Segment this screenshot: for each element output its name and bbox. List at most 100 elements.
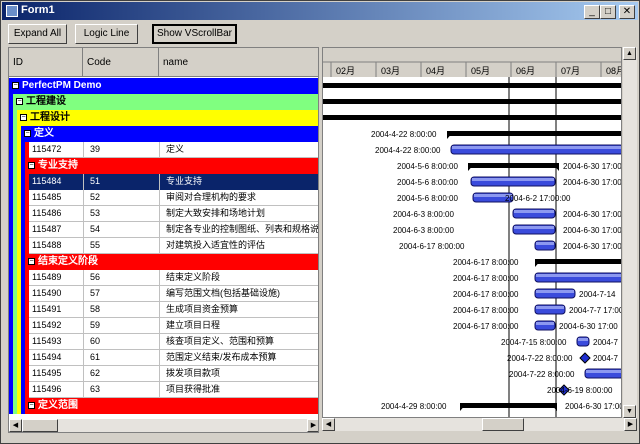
task-row[interactable]: 115493 60 核查项目定义、范围和预算 (9, 334, 318, 350)
cell-code[interactable]: 54 (87, 222, 159, 238)
gantt-scroll-thumb[interactable] (482, 418, 524, 431)
cell-name[interactable]: 审阅对合理机构的要求 (163, 190, 318, 206)
task-grid[interactable]: ID Code name − PerfectPM Demo − 工程建设 − 工程设计 − 定… (8, 47, 319, 433)
cell-code[interactable]: 52 (87, 190, 159, 206)
show-vscrollbar-button[interactable]: Show VScrollBar (152, 24, 237, 44)
task-row[interactable]: 115491 58 生成项目资金预算 (9, 302, 318, 318)
cell-id[interactable]: 115489 (29, 270, 83, 286)
scroll-up-button[interactable]: ▲ (623, 47, 636, 60)
task-row[interactable]: 115487 54 制定各专业的控制图纸、列表和规格说明 (9, 222, 318, 238)
cell-code[interactable]: 59 (87, 318, 159, 334)
cell-code[interactable]: 60 (87, 334, 159, 350)
cell-name[interactable]: 范围定义结束/发布成本预算 (163, 350, 318, 366)
cell-name[interactable]: 拨发项目款项 (163, 366, 318, 382)
task-row[interactable]: 115486 53 制定大致安排和场地计划 (9, 206, 318, 222)
cell-code[interactable]: 58 (87, 302, 159, 318)
task-row[interactable]: 115495 62 拨发项目款项 (9, 366, 318, 382)
month-label: 04月 (426, 66, 445, 76)
collapse-toggle[interactable]: − (28, 258, 35, 265)
task-row[interactable]: 115496 63 项目获得批准 (9, 382, 318, 398)
cell-id[interactable]: 115488 (29, 238, 83, 254)
cell-name[interactable]: 对建筑投入适宜性的评估 (163, 238, 318, 254)
gantt-chart[interactable]: 02月 03月 04月 05月 06月 07月 08月 2004-4-22 8:00:00 20… (322, 47, 622, 418)
column-header-code[interactable]: Code (83, 48, 159, 77)
collapse-toggle[interactable]: − (12, 82, 19, 89)
cell-name[interactable]: 建立项目日程 (163, 318, 318, 334)
collapse-toggle[interactable]: − (24, 130, 31, 137)
task-bar-highlight (536, 290, 574, 293)
cell-id[interactable]: 115485 (29, 190, 83, 206)
app-icon (6, 5, 18, 17)
collapse-toggle[interactable]: − (20, 114, 27, 121)
minimize-button[interactable]: _ (584, 5, 600, 19)
column-header-name[interactable]: name (159, 48, 318, 77)
task-row[interactable]: 115484 51 专业支持 (9, 174, 318, 190)
logic-line-button[interactable]: Logic Line (75, 24, 138, 44)
cell-name[interactable]: 项目获得批准 (163, 382, 318, 398)
cell-id[interactable]: 115487 (29, 222, 83, 238)
gantt-scroll-right-button[interactable]: ▶ (624, 418, 637, 431)
cell-name[interactable]: 定义 (163, 142, 318, 158)
column-divider (83, 318, 84, 334)
cell-name[interactable]: 制定大致安排和场地计划 (163, 206, 318, 222)
cell-code[interactable]: 62 (87, 366, 159, 382)
task-row[interactable]: 115490 57 编写范围文档(包括基础设施) (9, 286, 318, 302)
start-date-label: 2004-6-17 8:00:00 (453, 290, 519, 299)
collapse-toggle[interactable]: − (28, 402, 35, 409)
task-row[interactable]: 115488 55 对建筑投入适宜性的评估 (9, 238, 318, 254)
cell-code[interactable]: 63 (87, 382, 159, 398)
grid-horizontal-scrollbar[interactable]: ◀ ▶ (9, 419, 318, 432)
cell-code[interactable]: 55 (87, 238, 159, 254)
scroll-thumb[interactable] (22, 419, 58, 432)
cell-name[interactable]: 专业支持 (163, 174, 318, 190)
scroll-down-button[interactable]: ▼ (623, 405, 636, 418)
group-row[interactable]: − 结束定义阶段 (9, 254, 318, 270)
cell-id[interactable]: 115484 (29, 174, 83, 190)
cell-id[interactable]: 115494 (29, 350, 83, 366)
cell-code[interactable]: 61 (87, 350, 159, 366)
start-date-label: 2004-4-22 8:00:00 (375, 146, 441, 155)
column-header-id[interactable]: ID (9, 48, 83, 77)
task-row[interactable]: 115485 52 审阅对合理机构的要求 (9, 190, 318, 206)
collapse-toggle[interactable]: − (28, 162, 35, 169)
task-row[interactable]: 115489 56 结束定义阶段 (9, 270, 318, 286)
cell-id[interactable]: 115472 (29, 142, 83, 158)
cell-id[interactable]: 115486 (29, 206, 83, 222)
cell-id[interactable]: 115496 (29, 382, 83, 398)
scroll-left-button[interactable]: ◀ (9, 419, 22, 432)
cell-code[interactable]: 53 (87, 206, 159, 222)
cell-code[interactable]: 56 (87, 270, 159, 286)
cell-code[interactable]: 39 (87, 142, 159, 158)
cell-id[interactable]: 115491 (29, 302, 83, 318)
task-row[interactable]: 115492 59 建立项目日程 (9, 318, 318, 334)
cell-name[interactable]: 结束定义阶段 (163, 270, 318, 286)
cell-id[interactable]: 115495 (29, 366, 83, 382)
task-row[interactable]: 115472 39 定义 (9, 142, 318, 158)
gantt-scroll-left-button[interactable]: ◀ (322, 418, 335, 431)
group-row[interactable]: − 专业支持 (9, 158, 318, 174)
cell-name[interactable]: 生成项目资金预算 (163, 302, 318, 318)
group-row[interactable]: − PerfectPM Demo (9, 78, 318, 94)
cell-code[interactable]: 57 (87, 286, 159, 302)
task-row[interactable]: 115494 61 范围定义结束/发布成本预算 (9, 350, 318, 366)
scroll-right-button[interactable]: ▶ (307, 419, 318, 432)
cell-id[interactable]: 115492 (29, 318, 83, 334)
expand-all-button[interactable]: Expand All (8, 24, 67, 44)
group-row[interactable]: − 定义范围 (9, 398, 318, 414)
collapse-toggle[interactable]: − (16, 98, 23, 105)
main-window: Form1 _ □ ✕ Expand All Logic Line Show V… (0, 0, 640, 444)
cell-name[interactable]: 编写范围文档(包括基础设施) (163, 286, 318, 302)
cell-name[interactable]: 核查项目定义、范围和预算 (163, 334, 318, 350)
gantt-vertical-scrollbar[interactable]: ▲ ▼ (623, 47, 637, 418)
cell-code[interactable]: 51 (87, 174, 159, 190)
group-row[interactable]: − 工程设计 (9, 110, 318, 126)
cell-id[interactable]: 115493 (29, 334, 83, 350)
group-row[interactable]: − 工程建设 (9, 94, 318, 110)
gantt-horizontal-scrollbar[interactable]: ◀ ▶ (322, 418, 637, 431)
group-row[interactable]: − 定义 (9, 126, 318, 142)
end-date-label: 2004-6-30 17:00 (559, 322, 618, 331)
maximize-button[interactable]: □ (600, 5, 616, 19)
cell-name[interactable]: 制定各专业的控制图纸、列表和规格说明 (163, 222, 318, 238)
cell-id[interactable]: 115490 (29, 286, 83, 302)
close-button[interactable]: ✕ (619, 5, 635, 19)
